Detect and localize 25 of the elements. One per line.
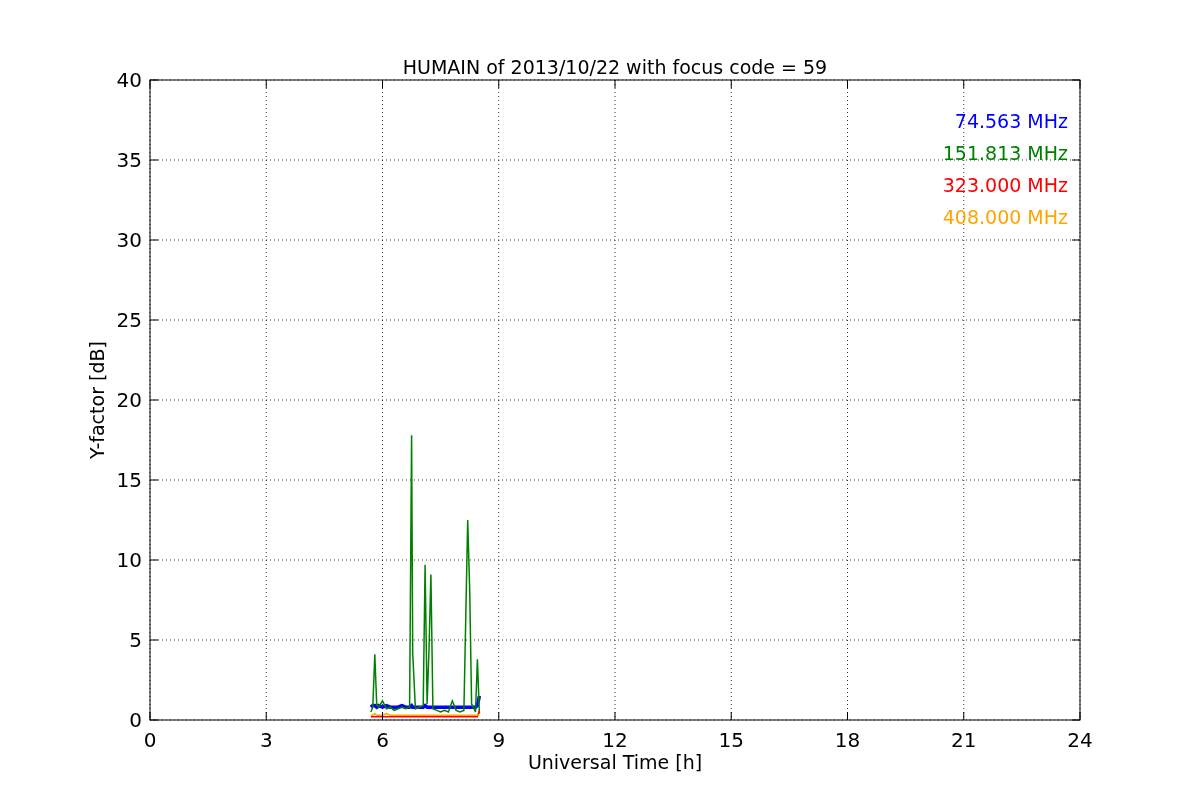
tick-label: 0 [143,728,157,752]
chart-title: HUMAIN of 2013/10/22 with focus code = 59 [402,56,828,78]
legend-label: 323.000 MHz [942,174,1068,196]
tick-label: 18 [834,728,861,752]
tick-label: 21 [951,728,977,752]
tick-label: 20 [116,388,142,412]
tick-label: 15 [116,468,142,492]
legend-label: 408.000 MHz [942,206,1068,228]
axis-label: Y-factor [dB] [86,341,108,459]
tick-label: 40 [116,68,142,92]
tick-label: 15 [718,728,744,752]
tick-label: 10 [116,548,142,572]
tick-label: 30 [116,228,142,252]
tick-label: 3 [259,728,273,752]
tick-label: 25 [116,308,142,332]
legend-label: 151.813 MHz [942,142,1068,164]
tick-label: 0 [129,708,142,732]
tick-label: 24 [1067,728,1093,752]
tick-label: 12 [602,728,628,752]
tick-label: 35 [116,148,142,172]
tick-label: 5 [129,628,142,652]
legend-label: 74.563 MHz [954,110,1068,132]
tick-label: 6 [376,728,389,752]
tick-label: 9 [492,728,506,752]
axis-label: Universal Time [h] [527,751,703,773]
